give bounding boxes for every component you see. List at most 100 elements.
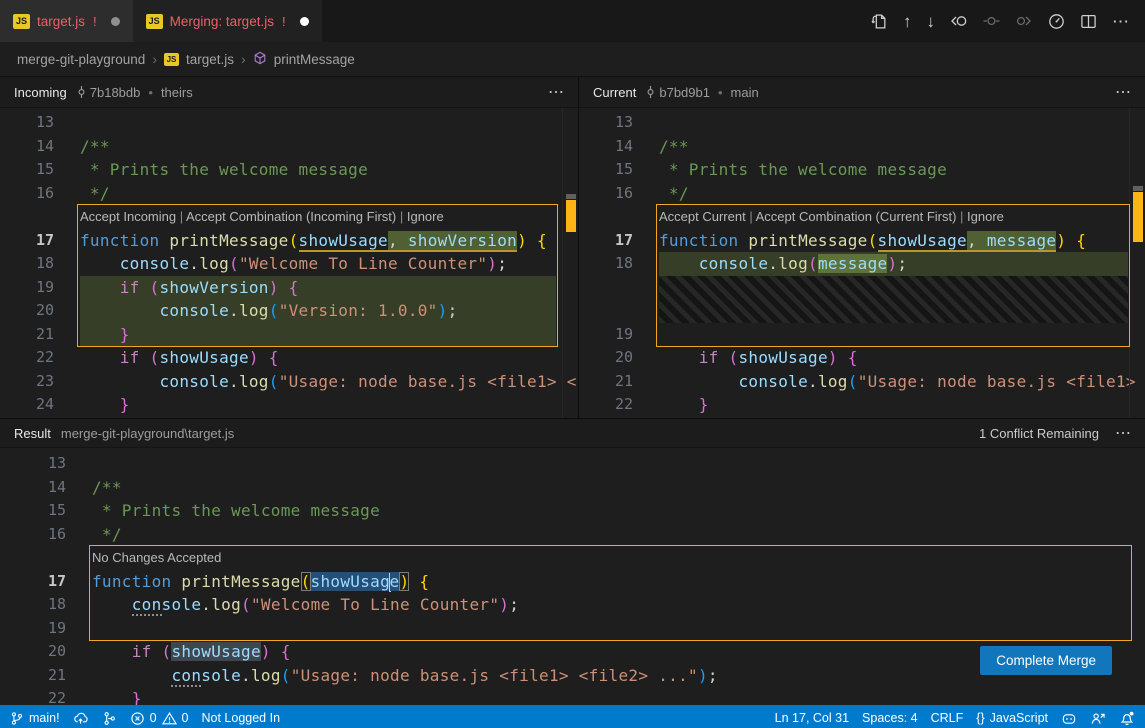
- code-token: [80, 278, 120, 297]
- code-line[interactable]: 13: [0, 111, 578, 135]
- conflict-action-link[interactable]: Ignore: [407, 209, 444, 224]
- code-line[interactable]: 16 */: [0, 182, 578, 206]
- conflict-action-link[interactable]: Accept Combination (Current First): [756, 209, 957, 224]
- code-line[interactable]: 21 }: [0, 323, 578, 347]
- open-changes-icon[interactable]: [871, 13, 888, 30]
- code-line[interactable]: 19 if (showVersion) {: [0, 276, 578, 300]
- line-content: console.log("Welcome To Line Counter");: [92, 593, 519, 617]
- line-content: }: [80, 393, 130, 417]
- compare-right-icon[interactable]: [1015, 13, 1033, 29]
- tab-merging-target-js[interactable]: JS Merging: target.js !: [133, 0, 322, 42]
- line-number: 23: [0, 370, 80, 394]
- login-status[interactable]: Not Logged In: [201, 705, 280, 728]
- code-line[interactable]: 20 if (showUsage) {: [579, 346, 1145, 370]
- more-actions-icon[interactable]: ⋯: [1115, 423, 1131, 443]
- code-line[interactable]: 18 console.log("Welcome To Line Counter"…: [0, 252, 578, 276]
- notifications-button[interactable]: [1119, 705, 1135, 728]
- code-line[interactable]: 14/**: [579, 135, 1145, 159]
- dirty-dot-icon[interactable]: [111, 17, 120, 26]
- line-number: 22: [0, 346, 80, 370]
- split-editor-icon[interactable]: [1080, 13, 1097, 30]
- merge-dial-icon[interactable]: [1048, 13, 1065, 30]
- problems-indicator[interactable]: 0 0: [130, 705, 189, 728]
- cursor-position[interactable]: Ln 17, Col 31: [775, 705, 849, 728]
- conflict-action-link[interactable]: Accept Incoming: [80, 209, 176, 224]
- code-token: ;: [509, 595, 519, 614]
- code-line[interactable]: 22 if (showUsage) {: [0, 346, 578, 370]
- incoming-editor[interactable]: 1314/**15 * Prints the welcome message16…: [0, 108, 578, 418]
- overview-ruler-conflict-marker[interactable]: [1133, 192, 1143, 242]
- code-line[interactable]: 15 * Prints the welcome message: [579, 158, 1145, 182]
- line-content: if (showUsage) {: [659, 346, 858, 370]
- code-line[interactable]: 24 }: [0, 393, 578, 417]
- code-token: [92, 642, 132, 661]
- copilot-button[interactable]: [1061, 705, 1077, 728]
- code-line[interactable]: 19: [0, 617, 1145, 641]
- breadcrumb-folder[interactable]: merge-git-playground: [17, 52, 145, 67]
- code-line[interactable]: 22 }: [579, 393, 1145, 417]
- more-actions-icon[interactable]: ⋯: [1112, 13, 1129, 30]
- code-line[interactable]: 15 * Prints the welcome message: [0, 158, 578, 182]
- result-editor[interactable]: Complete Merge 1314/**15 * Prints the we…: [0, 448, 1145, 705]
- previous-conflict-icon[interactable]: ↑: [903, 13, 912, 30]
- compare-base-icon[interactable]: [983, 13, 1000, 29]
- code-line[interactable]: 21 console.log("Usage: node base.js <fil…: [579, 370, 1145, 394]
- compare-left-icon[interactable]: [950, 13, 968, 29]
- result-path: merge-git-playground\target.js: [61, 426, 234, 441]
- overview-ruler[interactable]: [1129, 108, 1145, 418]
- code-line[interactable]: 18 console.log(message);: [579, 252, 1145, 276]
- line-content: console.log("Usage: node base.js <file1>…: [659, 370, 1145, 394]
- code-line[interactable]: 16 */: [579, 182, 1145, 206]
- indentation-setting[interactable]: Spaces: 4: [862, 705, 918, 728]
- code-line[interactable]: 18 console.log("Welcome To Line Counter"…: [0, 593, 1145, 617]
- current-editor[interactable]: 1314/**15 * Prints the welcome message16…: [579, 108, 1145, 418]
- source-control-graph-button[interactable]: [102, 705, 117, 728]
- conflict-action-link[interactable]: Accept Combination (Incoming First): [186, 209, 396, 224]
- feedback-button[interactable]: [1090, 705, 1106, 728]
- code-line[interactable]: 22 }: [0, 687, 1145, 705]
- code-line[interactable]: 17function printMessage(showUsage, showV…: [0, 229, 578, 253]
- code-line[interactable]: 14/**: [0, 476, 1145, 500]
- code-token: [80, 301, 159, 320]
- overview-ruler[interactable]: [562, 108, 578, 418]
- code-token: log: [239, 372, 269, 391]
- code-token: ,: [967, 231, 987, 252]
- code-token: con: [171, 666, 201, 687]
- next-conflict-icon[interactable]: ↓: [927, 13, 936, 30]
- code-token: ;: [708, 666, 718, 685]
- eol-setting[interactable]: CRLF: [931, 705, 964, 728]
- code-line[interactable]: 23 console.log("Usage: node base.js <fil…: [0, 370, 578, 394]
- code-line[interactable]: 19: [579, 323, 1145, 347]
- tab-target-js[interactable]: JS target.js !: [0, 0, 133, 42]
- code-line[interactable]: 20 if (showUsage) {: [0, 640, 1145, 664]
- conflict-action-link[interactable]: Ignore: [967, 209, 1004, 224]
- publish-changes-button[interactable]: [73, 705, 89, 728]
- branch-status[interactable]: main!: [10, 705, 60, 728]
- code-token: log: [818, 372, 848, 391]
- code-line[interactable]: 14/**: [0, 135, 578, 159]
- code-line[interactable]: 13: [0, 452, 1145, 476]
- code-line[interactable]: 15 * Prints the welcome message: [0, 499, 1145, 523]
- code-token: "Usage: node base.js <file1> <file2> ...…: [279, 372, 578, 391]
- overview-ruler-conflict-marker[interactable]: [566, 200, 576, 232]
- language-mode[interactable]: {} JavaScript: [976, 705, 1048, 728]
- breadcrumb-file[interactable]: target.js: [186, 52, 234, 67]
- code-line[interactable]: 17function printMessage(showUsage, messa…: [579, 229, 1145, 253]
- breadcrumb-symbol[interactable]: printMessage: [274, 52, 355, 67]
- code-line[interactable]: 16 */: [0, 523, 1145, 547]
- code-line[interactable]: 21 console.log("Usage: node base.js <fil…: [0, 664, 1145, 688]
- complete-merge-button[interactable]: Complete Merge: [980, 646, 1112, 675]
- conflict-action-link[interactable]: Accept Current: [659, 209, 746, 224]
- vscode-window: JS target.js ! JS Merging: target.js ! ↑…: [0, 0, 1145, 728]
- code-token: (: [301, 572, 311, 591]
- code-token: showUsag: [311, 572, 390, 591]
- editor-toolbar: ↑ ↓ ⋯: [871, 0, 1145, 42]
- dirty-dot-icon[interactable]: [300, 17, 309, 26]
- code-line[interactable]: 20 console.log("Version: 1.0.0");: [0, 299, 578, 323]
- code-line[interactable]: 13: [579, 111, 1145, 135]
- conflict-action-link[interactable]: No Changes Accepted: [92, 550, 221, 565]
- deleted-lines-spacer: [579, 276, 1145, 323]
- more-actions-icon[interactable]: ⋯: [548, 82, 564, 102]
- more-actions-icon[interactable]: ⋯: [1115, 82, 1131, 102]
- code-line[interactable]: 17function printMessage(showUsage) {: [0, 570, 1145, 594]
